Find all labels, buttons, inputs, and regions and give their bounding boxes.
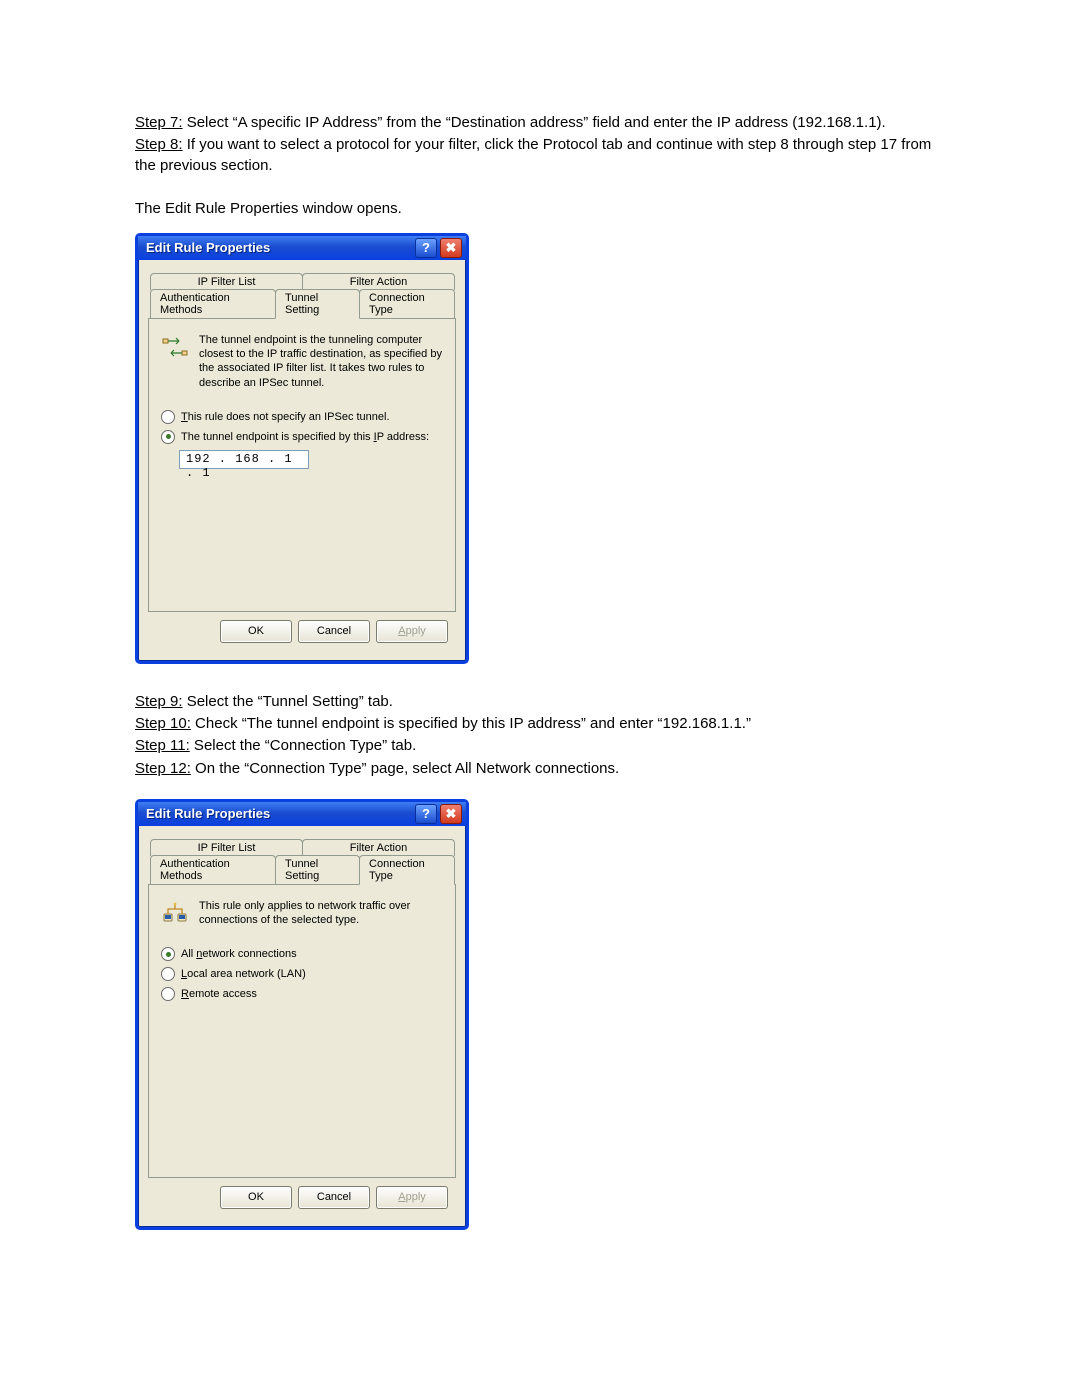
connection-info-text: This rule only applies to network traffi… bbox=[199, 899, 443, 928]
titlebar: Edit Rule Properties ? ✖ bbox=[138, 236, 466, 260]
tab-ip-filter-list[interactable]: IP Filter List bbox=[150, 839, 303, 856]
close-button[interactable]: ✖ bbox=[440, 804, 462, 824]
tab-filter-action[interactable]: Filter Action bbox=[302, 273, 455, 290]
apply-button[interactable]: Apply bbox=[376, 1186, 448, 1209]
dialog-title: Edit Rule Properties bbox=[146, 240, 270, 255]
help-button[interactable]: ? bbox=[415, 804, 437, 824]
tab-connection-type[interactable]: Connection Type bbox=[359, 289, 455, 318]
step-8: Step 8: If you want to select a protocol… bbox=[135, 135, 945, 176]
step-10: Step 10: Check “The tunnel endpoint is s… bbox=[135, 714, 945, 734]
close-button[interactable]: ✖ bbox=[440, 238, 462, 258]
step-7-text: Select “A specific IP Address” from the … bbox=[183, 114, 886, 131]
step-8-text: If you want to select a protocol for you… bbox=[135, 136, 931, 173]
tab-filter-action[interactable]: Filter Action bbox=[302, 839, 455, 856]
dialog-title-2: Edit Rule Properties bbox=[146, 806, 270, 821]
tab-auth-methods[interactable]: Authentication Methods bbox=[150, 855, 276, 884]
edit-rule-dialog-tunnel: Edit Rule Properties ? ✖ IP Filter List … bbox=[135, 233, 469, 664]
cancel-button[interactable]: Cancel bbox=[298, 1186, 370, 1209]
radio-all-network[interactable]: All network connections bbox=[161, 947, 443, 961]
radio-specify-ip[interactable]: The tunnel endpoint is specified by this… bbox=[161, 430, 443, 444]
ok-button[interactable]: OK bbox=[220, 1186, 292, 1209]
connection-panel: This rule only applies to network traffi… bbox=[148, 884, 456, 1178]
tunnel-icon bbox=[161, 333, 189, 361]
tunnel-panel: The tunnel endpoint is the tunneling com… bbox=[148, 318, 456, 612]
tab-tunnel-setting[interactable]: Tunnel Setting bbox=[275, 289, 360, 319]
cancel-button[interactable]: Cancel bbox=[298, 620, 370, 643]
intro-text: The Edit Rule Properties window opens. bbox=[135, 200, 945, 217]
ok-button[interactable]: OK bbox=[220, 620, 292, 643]
step-7-label: Step 7: bbox=[135, 114, 183, 131]
edit-rule-dialog-connection: Edit Rule Properties ? ✖ IP Filter List … bbox=[135, 799, 469, 1230]
tunnel-ip-input[interactable]: 192 . 168 . 1 . 1 bbox=[179, 450, 309, 469]
titlebar: Edit Rule Properties ? ✖ bbox=[138, 802, 466, 826]
tunnel-info-text: The tunnel endpoint is the tunneling com… bbox=[199, 333, 443, 390]
tab-auth-methods[interactable]: Authentication Methods bbox=[150, 289, 276, 318]
radio-no-tunnel[interactable]: This rule does not specify an IPSec tunn… bbox=[161, 410, 443, 424]
step-7: Step 7: Select “A specific IP Address” f… bbox=[135, 113, 945, 133]
step-11: Step 11: Select the “Connection Type” ta… bbox=[135, 736, 945, 756]
tab-connection-type[interactable]: Connection Type bbox=[359, 855, 455, 885]
tab-tunnel-setting[interactable]: Tunnel Setting bbox=[275, 855, 360, 884]
tab-ip-filter-list[interactable]: IP Filter List bbox=[150, 273, 303, 290]
radio-lan[interactable]: Local area network (LAN) bbox=[161, 967, 443, 981]
network-icon bbox=[161, 899, 189, 927]
step-12: Step 12: On the “Connection Type” page, … bbox=[135, 759, 945, 779]
apply-button[interactable]: Apply bbox=[376, 620, 448, 643]
step-9: Step 9: Select the “Tunnel Setting” tab. bbox=[135, 692, 945, 712]
help-button[interactable]: ? bbox=[415, 238, 437, 258]
step-8-label: Step 8: bbox=[135, 136, 183, 153]
radio-remote-access[interactable]: Remote access bbox=[161, 987, 443, 1001]
